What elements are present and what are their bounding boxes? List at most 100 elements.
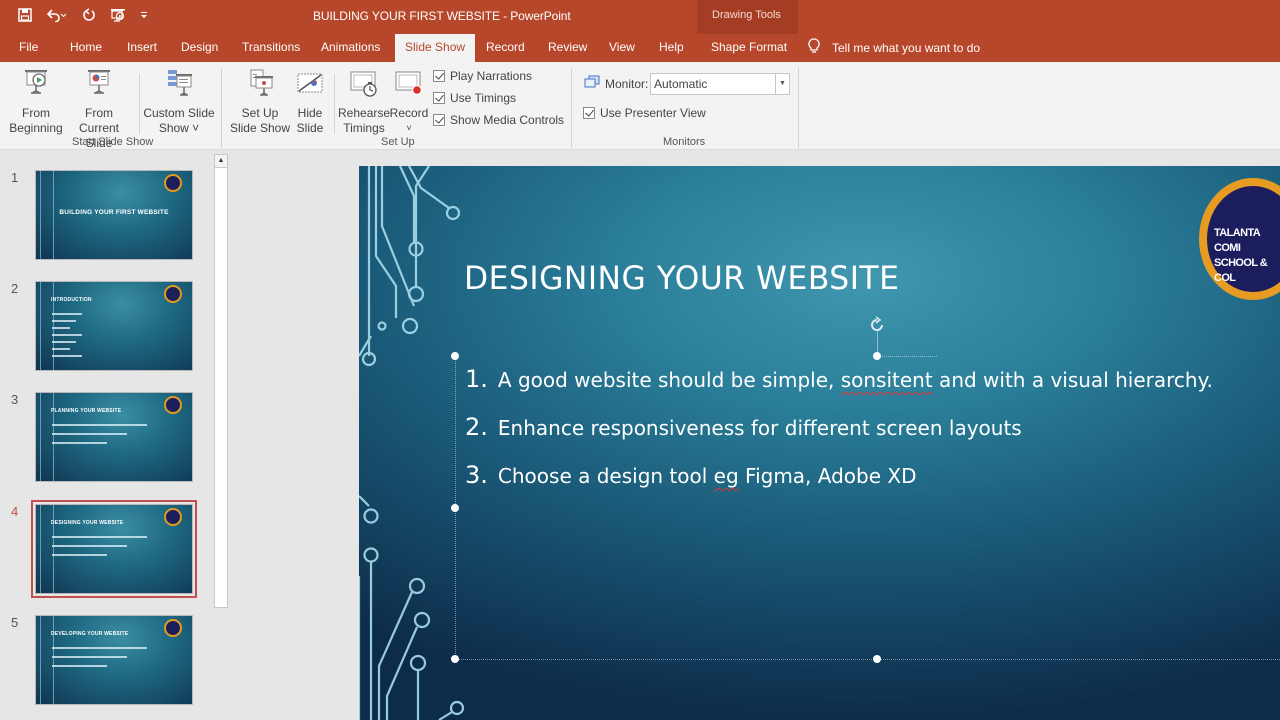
thumbnail-text-line <box>52 442 107 444</box>
resize-handle-bottom-left[interactable] <box>451 655 459 663</box>
slide-canvas[interactable]: DESIGNING YOUR WEBSITE 1. A good website … <box>359 166 1280 720</box>
tab-file[interactable]: File <box>19 40 38 54</box>
thumbnail-scrollbar[interactable] <box>214 154 228 608</box>
tab-record[interactable]: Record <box>486 40 525 54</box>
slide-title[interactable]: DESIGNING YOUR WEBSITE <box>464 259 899 297</box>
checkbox-checked[interactable] <box>583 107 595 119</box>
thumbnail-title: DEVELOPING YOUR WEBSITE <box>51 631 129 637</box>
rehearse-label-2: Timings <box>343 121 385 135</box>
set-up-slide-show-button[interactable]: Set Up Slide Show <box>228 68 292 136</box>
chevron-down-icon[interactable]: ▼ <box>775 74 789 94</box>
tab-slide-show[interactable]: Slide Show <box>395 34 476 62</box>
monitor-label-row: Monitor: <box>584 75 648 92</box>
thumbnail-text-line <box>52 348 70 350</box>
thumbnail-logo <box>164 619 182 637</box>
use-timings-checkbox[interactable]: Use Timings <box>433 91 516 105</box>
thumbnail-number: 5 <box>11 615 19 630</box>
thumbnail-text-line <box>52 665 107 667</box>
tab-home[interactable]: Home <box>70 40 102 54</box>
thumbnail-text-line <box>52 647 147 649</box>
tab-shape-format[interactable]: Shape Format <box>711 40 787 54</box>
spelling-error[interactable]: eg <box>714 464 739 488</box>
spelling-error[interactable]: sonsitent <box>841 368 933 392</box>
list-text: and with a visual hierarchy. <box>932 368 1213 392</box>
tell-me-text: Tell me what you want to do <box>832 40 981 55</box>
tab-design[interactable]: Design <box>181 40 218 54</box>
tab-transitions[interactable]: Transitions <box>242 40 300 54</box>
hide-slide-button[interactable]: Hide Slide <box>292 68 328 136</box>
thumbnail-title: INTRODUCTION <box>51 297 92 303</box>
checkbox-checked[interactable] <box>433 114 445 126</box>
rehearse-timings-icon <box>338 68 390 102</box>
circuit-decoration <box>40 393 54 481</box>
customize-qat-icon[interactable] <box>140 10 148 20</box>
group-label-monitors: Monitors <box>663 136 706 148</box>
thumbnail-title: PLANNING YOUR WEBSITE <box>51 408 122 414</box>
tab-insert[interactable]: Insert <box>127 40 157 54</box>
lightbulb-icon <box>808 38 820 57</box>
rehearse-timings-button[interactable]: Rehearse Timings <box>338 68 390 136</box>
tab-review[interactable]: Review <box>548 40 587 54</box>
tab-help[interactable]: Help <box>659 40 684 54</box>
show-media-controls-checkbox[interactable]: Show Media Controls <box>433 113 564 127</box>
save-icon[interactable] <box>18 8 32 22</box>
list-item[interactable]: 2. Enhance responsiveness for different s… <box>465 413 1022 441</box>
monitor-select-value: Automatic <box>654 77 708 91</box>
list-text: Enhance responsiveness for different scr… <box>497 416 1022 440</box>
play-narrations-checkbox[interactable]: Play Narrations <box>433 69 532 83</box>
thumbnail-text-line <box>52 433 127 435</box>
use-presenter-view-checkbox[interactable]: Use Presenter View <box>583 106 706 120</box>
start-from-beginning-icon[interactable] <box>110 7 126 23</box>
from-current-label-1: From <box>85 106 113 120</box>
monitor-icon <box>584 75 600 92</box>
list-item[interactable]: 3. Choose a design tool eg Figma, Adobe X… <box>465 461 917 489</box>
resize-handle-top-center[interactable] <box>873 352 881 360</box>
thumbnail-text-line <box>52 554 107 556</box>
thumbnail-logo <box>164 174 182 192</box>
tab-view[interactable]: View <box>609 40 635 54</box>
group-divider <box>221 68 222 148</box>
thumbnail-title: DESIGNING YOUR WEBSITE <box>51 520 124 526</box>
rehearse-label-1: Rehearse <box>338 106 391 120</box>
redo-icon[interactable] <box>82 8 96 22</box>
circuit-decoration <box>40 616 54 704</box>
selection-frame-top <box>877 356 937 357</box>
thumbnail-text-line <box>52 313 82 315</box>
rotate-handle-icon[interactable] <box>868 316 886 339</box>
drawing-tools-label: Drawing Tools <box>712 9 781 21</box>
checkbox-checked[interactable] <box>433 92 445 104</box>
custom-show-label-2: Show ˅ <box>158 121 200 135</box>
hide-slide-icon <box>292 68 328 102</box>
tab-animations[interactable]: Animations <box>321 40 380 54</box>
thumbnail-logo <box>164 285 182 303</box>
record-button[interactable]: Record ˅ <box>389 68 429 136</box>
logo-line-1: TALANTA COMI <box>1214 227 1260 254</box>
group-label-start-slide-show: Start Slide Show <box>72 136 154 148</box>
thumbnail-text-line <box>52 536 147 538</box>
resize-handle-middle-left[interactable] <box>451 504 459 512</box>
circuit-decoration <box>359 166 465 720</box>
logo-line-2: SCHOOL & COL <box>1214 257 1268 284</box>
resize-handle-bottom-center[interactable] <box>873 655 881 663</box>
checkbox-checked[interactable] <box>433 70 445 82</box>
custom-slide-show-icon <box>143 68 215 102</box>
monitor-select[interactable]: Automatic ▼ <box>650 73 790 95</box>
thumbnail-number: 1 <box>11 170 19 185</box>
list-item[interactable]: 1. A good website should be simple, sonsi… <box>465 365 1213 393</box>
slide-thumbnail-5[interactable]: DEVELOPING YOUR WEBSITE <box>35 615 193 705</box>
from-beginning-button[interactable]: From Beginning <box>8 68 64 136</box>
undo-icon[interactable] <box>46 8 68 22</box>
slide-thumbnail-3[interactable]: PLANNING YOUR WEBSITE <box>35 392 193 482</box>
slide-thumbnail-2[interactable]: INTRODUCTION <box>35 281 193 371</box>
slide-thumbnail-4[interactable]: DESIGNING YOUR WEBSITE <box>31 500 197 598</box>
from-beginning-label-1: From <box>22 106 50 120</box>
slide-thumbnail-1[interactable]: BUILDING YOUR FIRST WEBSITE <box>35 170 193 260</box>
thumbnail-text-line <box>52 334 82 336</box>
scroll-up-button[interactable]: ▲ <box>214 154 228 168</box>
tell-me-box[interactable]: Tell me what you want to do <box>808 38 980 57</box>
custom-slide-show-button[interactable]: Custom Slide Show ˅ <box>143 68 215 136</box>
group-divider <box>571 68 572 148</box>
list-text: A good website should be simple, <box>497 368 841 392</box>
show-media-controls-label: Show Media Controls <box>450 113 565 127</box>
resize-handle-top-left[interactable] <box>451 352 459 360</box>
